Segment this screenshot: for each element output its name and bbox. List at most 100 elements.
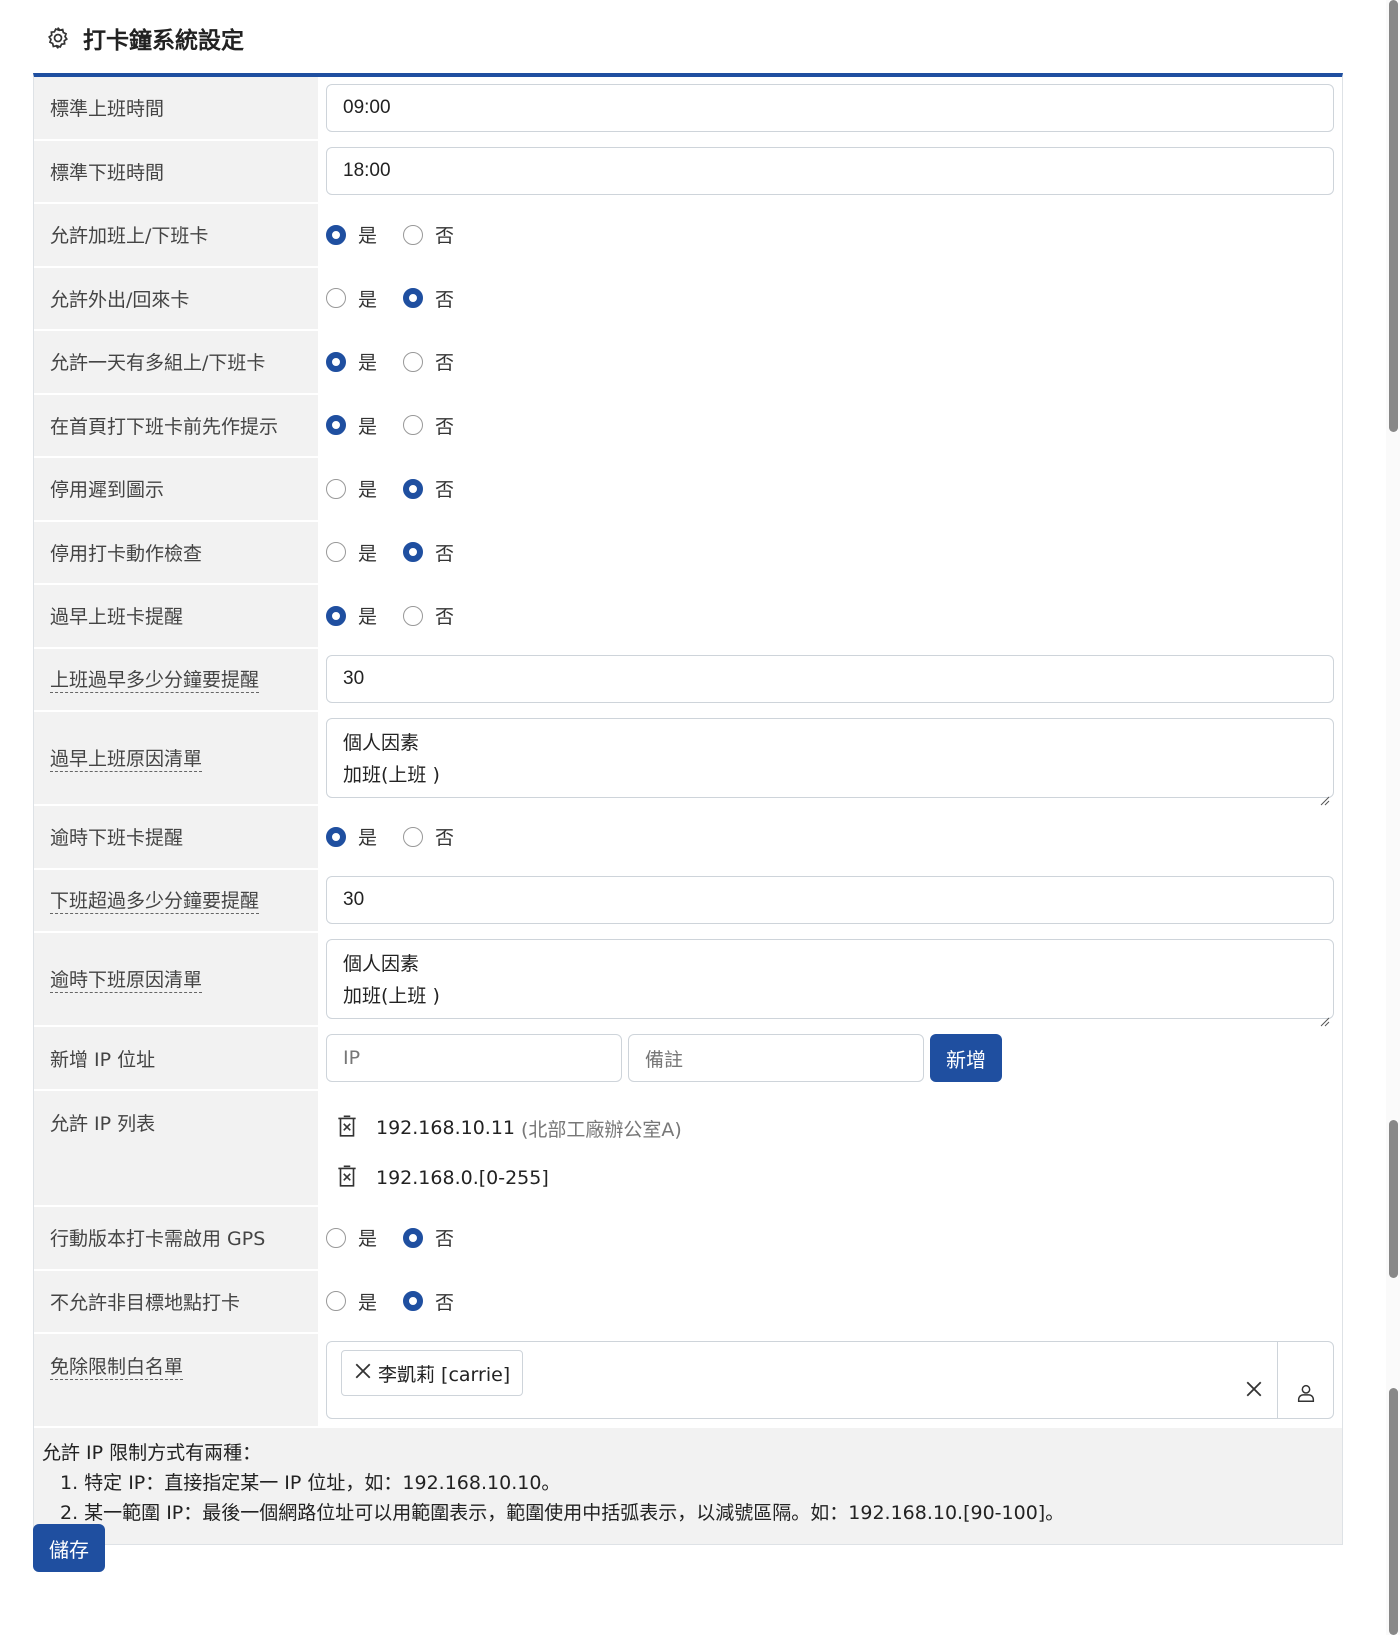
radio-circle[interactable]: [326, 224, 346, 245]
text-input[interactable]: 30: [326, 655, 1334, 704]
radio-no[interactable]: 否: [403, 412, 454, 439]
radio-circle[interactable]: [326, 415, 346, 436]
ip-address: 192.168.10.11: [376, 1117, 516, 1139]
radio-label: 是: [358, 288, 378, 311]
radio-circle[interactable]: [403, 224, 424, 245]
row-field: 09:00: [318, 77, 1342, 139]
row-label: 逾時下班卡提醒: [34, 806, 318, 868]
delete-icon[interactable]: [334, 1163, 376, 1194]
scrollbar-thumb[interactable]: [1389, 1120, 1398, 1278]
row-field: 是否: [318, 268, 1342, 330]
radio-yes[interactable]: 是: [326, 475, 377, 502]
radio-group: 是否: [326, 402, 480, 448]
radio-no[interactable]: 否: [403, 348, 454, 375]
user-picker-button[interactable]: [1277, 1342, 1333, 1418]
radio-circle[interactable]: [326, 478, 346, 499]
radio-yes[interactable]: 是: [326, 348, 377, 375]
radio-no[interactable]: 否: [403, 823, 454, 850]
radio-yes[interactable]: 是: [326, 412, 377, 439]
radio-circle[interactable]: [326, 1227, 346, 1248]
ip-note-input[interactable]: 備註: [628, 1034, 924, 1082]
radio-no[interactable]: 否: [403, 221, 454, 248]
tag-label: 李凱莉 [carrie]: [378, 1363, 511, 1386]
setting-row: 下班超過多少分鐘要提醒 30: [34, 869, 1342, 933]
radio-yes[interactable]: 是: [326, 539, 377, 566]
radio-circle[interactable]: [403, 415, 424, 436]
row-label: 允許外出/回來卡: [34, 267, 318, 329]
radio-yes[interactable]: 是: [326, 602, 377, 629]
radio-group: 是否: [326, 339, 480, 385]
row-label-text: 行動版本打卡需啟用 GPS: [50, 1228, 266, 1251]
radio-yes[interactable]: 是: [326, 285, 377, 312]
row-field: 是否: [318, 395, 1342, 457]
delete-icon[interactable]: [334, 1113, 376, 1144]
radio-label: 是: [358, 1228, 378, 1251]
ip-input[interactable]: IP: [326, 1034, 622, 1082]
user-icon: [1297, 1384, 1314, 1402]
row-field: 30: [318, 649, 1342, 711]
scrollbar[interactable]: [1386, 0, 1400, 1635]
radio-circle[interactable]: [326, 826, 346, 847]
radio-yes[interactable]: 是: [326, 1224, 377, 1251]
ip-rules-note: 允許 IP 限制方式有兩種： 1. 特定 IP：直接指定某一 IP 位址，如：1…: [34, 1428, 1342, 1545]
radio-circle[interactable]: [403, 826, 424, 847]
radio-yes[interactable]: 是: [326, 221, 377, 248]
radio-group: 是否: [326, 814, 480, 860]
remove-tag-icon[interactable]: [354, 1362, 372, 1385]
resize-grip-icon[interactable]: [1320, 1005, 1330, 1027]
radio-circle[interactable]: [326, 605, 346, 626]
row-label-text: 允許外出/回來卡: [50, 288, 190, 311]
radio-circle[interactable]: [326, 288, 346, 309]
radio-circle[interactable]: [403, 351, 424, 372]
whitelist-tags: 李凱莉 [carrie]: [327, 1342, 1277, 1418]
radio-no[interactable]: 否: [403, 1288, 454, 1315]
radio-no[interactable]: 否: [403, 539, 454, 566]
radio-no[interactable]: 否: [403, 1224, 454, 1251]
radio-no[interactable]: 否: [403, 475, 454, 502]
radio-circle[interactable]: [403, 1227, 424, 1248]
radio-circle[interactable]: [403, 542, 424, 563]
row-label-text: 過早上班原因清單: [50, 744, 203, 772]
resize-grip-icon[interactable]: [1320, 784, 1330, 806]
radio-circle[interactable]: [403, 288, 424, 309]
text-input[interactable]: 09:00: [326, 83, 1334, 132]
save-button[interactable]: 儲存: [33, 1524, 105, 1572]
setting-row: 過早上班卡提醒是否: [34, 585, 1342, 649]
row-label-text: 免除限制白名單: [50, 1352, 184, 1380]
radio-circle[interactable]: [403, 605, 424, 626]
clear-icon[interactable]: [1245, 1380, 1263, 1402]
row-label-text: 標準上班時間: [50, 98, 165, 121]
note-line: 1. 特定 IP：直接指定某一 IP 位址，如：192.168.10.10。: [60, 1472, 561, 1494]
reason-textarea[interactable]: 個人因素 加班(上班 ): [326, 718, 1334, 806]
radio-yes[interactable]: 是: [326, 823, 377, 850]
radio-no[interactable]: 否: [403, 285, 454, 312]
row-label: 行動版本打卡需啟用 GPS: [34, 1207, 318, 1269]
radio-circle[interactable]: [326, 542, 346, 563]
row-field: 18:00: [318, 141, 1342, 203]
row-label: 標準下班時間: [34, 140, 318, 202]
scrollbar-thumb[interactable]: [1389, 1388, 1398, 1635]
text-input[interactable]: 18:00: [326, 147, 1334, 196]
radio-group: 是否: [326, 212, 480, 258]
setting-row: 行動版本打卡需啟用 GPS 是否: [34, 1207, 1342, 1271]
ip-list-row: 允許 IP 列表 192.168.10.11 (北部工廠辦公室A) 192.168.…: [34, 1091, 1342, 1207]
add-ip-button[interactable]: 新增: [930, 1034, 1002, 1082]
radio-group: 是否: [326, 1215, 480, 1261]
radio-circle[interactable]: [326, 1291, 346, 1312]
text-input[interactable]: 30: [326, 876, 1334, 925]
whitelist-tag: 李凱莉 [carrie]: [341, 1350, 524, 1396]
reason-textarea[interactable]: 個人因素 加班(上班 ): [326, 939, 1334, 1027]
radio-circle[interactable]: [326, 351, 346, 372]
radio-yes[interactable]: 是: [326, 1288, 377, 1315]
setting-row: 標準下班時間 18:00: [34, 140, 1342, 204]
row-label-text: 標準下班時間: [50, 161, 165, 184]
scrollbar-thumb[interactable]: [1389, 0, 1398, 432]
page-header: 打卡鐘系統設定: [45, 18, 244, 58]
radio-circle[interactable]: [403, 478, 424, 499]
radio-circle[interactable]: [403, 1291, 424, 1312]
radio-no[interactable]: 否: [403, 602, 454, 629]
row-label-text: 停用打卡動作檢查: [50, 542, 203, 565]
add-ip-row: 新增 IP 位址 IP 備註 新增: [34, 1027, 1342, 1091]
setting-row: 上班過早多少分鐘要提醒 30: [34, 648, 1342, 712]
whitelist-select[interactable]: 李凱莉 [carrie]: [326, 1341, 1334, 1419]
